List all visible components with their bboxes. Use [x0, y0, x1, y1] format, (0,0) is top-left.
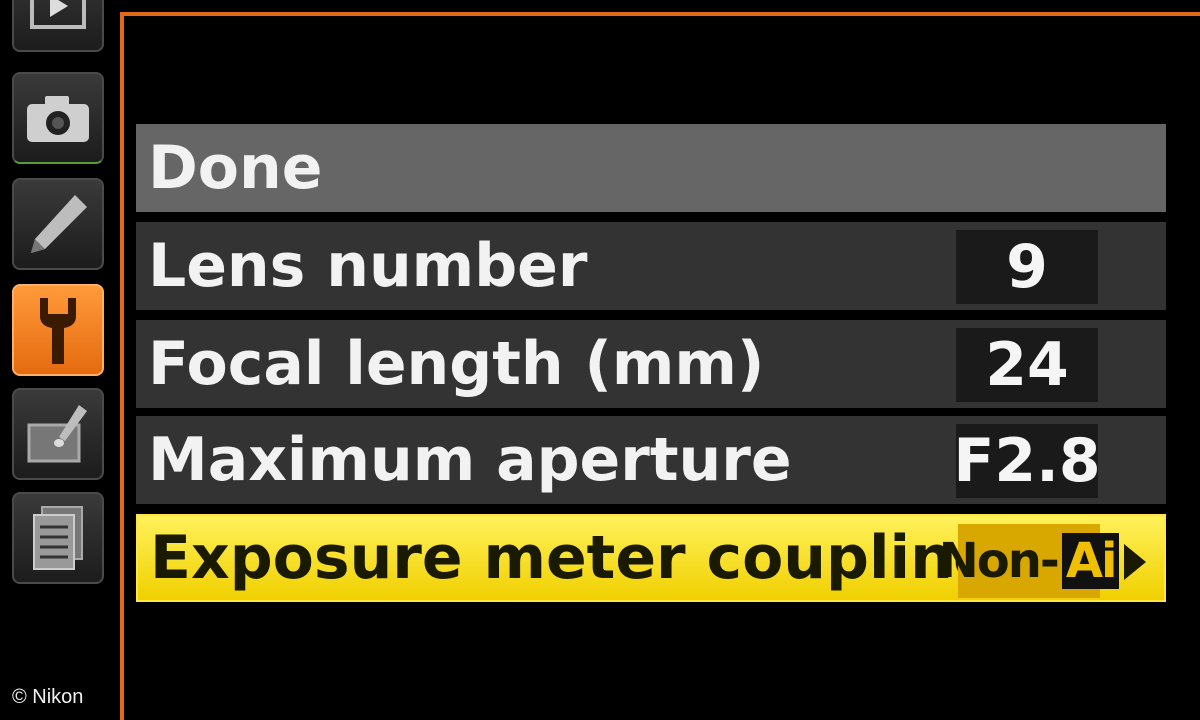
- menu-item-label: Lens number: [148, 231, 588, 301]
- maximum-aperture-value[interactable]: F2.8: [953, 424, 1101, 498]
- tab-shooting[interactable]: [12, 72, 104, 164]
- menu-item-exposure-meter-coupling[interactable]: Exposure meter coupling Non- Ai: [136, 514, 1166, 602]
- wrench-icon: [40, 298, 76, 364]
- tab-custom-settings[interactable]: [12, 178, 104, 270]
- tab-recent-settings[interactable]: [12, 492, 104, 584]
- retouch-brush-icon: [27, 405, 87, 463]
- ai-badge: Ai: [1061, 533, 1120, 589]
- menu-item-label: Focal length (mm): [148, 329, 765, 399]
- menu-item-label: Exposure meter coupling: [150, 523, 996, 593]
- exposure-meter-coupling-value[interactable]: Non- Ai: [939, 524, 1120, 598]
- arrow-right-icon[interactable]: [1124, 544, 1146, 580]
- tab-playback[interactable]: [12, 0, 104, 52]
- pencil-icon: [31, 195, 87, 253]
- menu-item-done[interactable]: Done: [136, 124, 1166, 212]
- recent-settings-icon: [33, 506, 83, 570]
- camera-menu-screen: Done Lens number 9 Focal length (mm) 24 …: [0, 0, 1200, 720]
- copyright-text: © Nikon: [12, 686, 84, 708]
- playback-icon: [30, 0, 86, 29]
- lens-number-value[interactable]: 9: [956, 230, 1098, 304]
- menu-item-label: Done: [148, 133, 323, 203]
- menu-item-maximum-aperture[interactable]: Maximum aperture F2.8: [136, 416, 1166, 504]
- camera-icon: [27, 96, 89, 142]
- tab-retouch[interactable]: [12, 388, 104, 480]
- menu-item-label: Maximum aperture: [148, 425, 792, 495]
- tab-setup[interactable]: [12, 284, 104, 376]
- value-prefix: Non-: [938, 533, 1060, 589]
- focal-length-value[interactable]: 24: [956, 328, 1098, 402]
- menu-item-focal-length[interactable]: Focal length (mm) 24: [136, 320, 1166, 408]
- menu-item-lens-number[interactable]: Lens number 9: [136, 222, 1166, 310]
